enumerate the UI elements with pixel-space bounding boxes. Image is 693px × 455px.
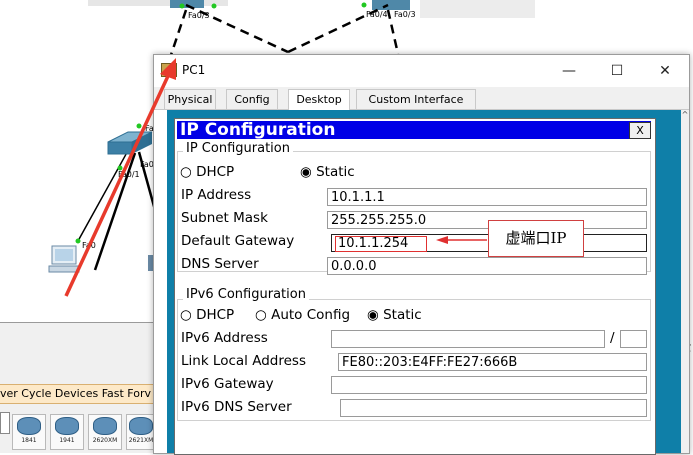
annotation-arrows	[64, 58, 487, 297]
red-arrow-head	[160, 58, 176, 80]
annotation-arrow-head	[436, 236, 448, 244]
red-arrow-line	[64, 75, 170, 297]
